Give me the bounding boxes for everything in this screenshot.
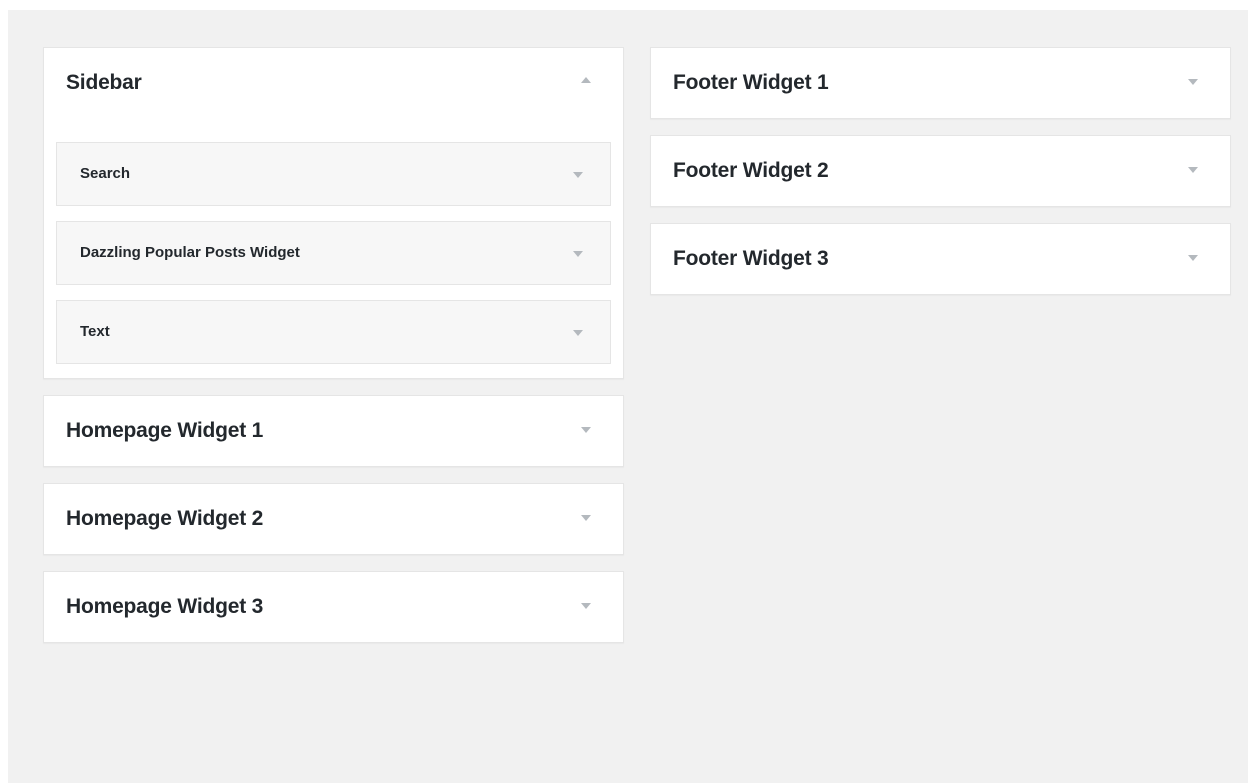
triangle-down-icon[interactable]	[573, 172, 583, 178]
triangle-down-icon[interactable]	[1188, 167, 1198, 173]
widget-area-title: Homepage Widget 3	[66, 595, 264, 618]
widget-text[interactable]: Text	[56, 300, 611, 364]
triangle-down-icon[interactable]	[573, 251, 583, 257]
widget-area-title: Footer Widget 1	[673, 71, 829, 94]
widget-area-title: Footer Widget 3	[673, 247, 829, 270]
triangle-up-icon[interactable]	[581, 77, 591, 83]
triangle-down-icon[interactable]	[1188, 255, 1198, 261]
widget-area-footer-3: Footer Widget 3	[650, 223, 1231, 295]
widget-area-footer-1: Footer Widget 1	[650, 47, 1231, 119]
triangle-down-icon[interactable]	[581, 427, 591, 433]
widget-area-header-footer-3[interactable]: Footer Widget 3	[651, 224, 1230, 294]
triangle-down-icon[interactable]	[581, 515, 591, 521]
widget-area-header-homepage-3[interactable]: Homepage Widget 3	[44, 572, 623, 642]
widget-area-homepage-3: Homepage Widget 3	[43, 571, 624, 643]
right-widget-column: Footer Widget 1 Footer Widget 2 Footer W…	[650, 47, 1231, 311]
widget-area-title: Homepage Widget 2	[66, 507, 264, 530]
widget-search[interactable]: Search	[56, 142, 611, 206]
widget-area-homepage-2: Homepage Widget 2	[43, 483, 624, 555]
widget-area-header-homepage-1[interactable]: Homepage Widget 1	[44, 396, 623, 466]
triangle-down-icon[interactable]	[573, 330, 583, 336]
widget-popular-posts[interactable]: Dazzling Popular Posts Widget	[56, 221, 611, 285]
widget-title: Dazzling Popular Posts Widget	[80, 244, 300, 261]
widget-area-title: Footer Widget 2	[673, 159, 829, 182]
triangle-down-icon[interactable]	[1188, 79, 1198, 85]
widget-area-title: Homepage Widget 1	[66, 419, 264, 442]
widget-area-sidebar: Sidebar Search Dazzling Popular Posts Wi…	[43, 47, 624, 379]
widget-area-footer-2: Footer Widget 2	[650, 135, 1231, 207]
widget-title: Text	[80, 323, 110, 340]
widget-title: Search	[80, 165, 131, 182]
widgets-canvas: Sidebar Search Dazzling Popular Posts Wi…	[8, 10, 1248, 783]
triangle-down-icon[interactable]	[581, 603, 591, 609]
widget-area-header-homepage-2[interactable]: Homepage Widget 2	[44, 484, 623, 554]
widget-area-title: Sidebar	[66, 71, 142, 94]
widget-area-header-footer-2[interactable]: Footer Widget 2	[651, 136, 1230, 206]
left-widget-column: Sidebar Search Dazzling Popular Posts Wi…	[43, 47, 624, 659]
widget-area-header-footer-1[interactable]: Footer Widget 1	[651, 48, 1230, 118]
widget-area-body: Search Dazzling Popular Posts Widget Tex…	[44, 118, 623, 378]
widget-area-homepage-1: Homepage Widget 1	[43, 395, 624, 467]
widget-area-header-sidebar[interactable]: Sidebar	[44, 48, 623, 118]
